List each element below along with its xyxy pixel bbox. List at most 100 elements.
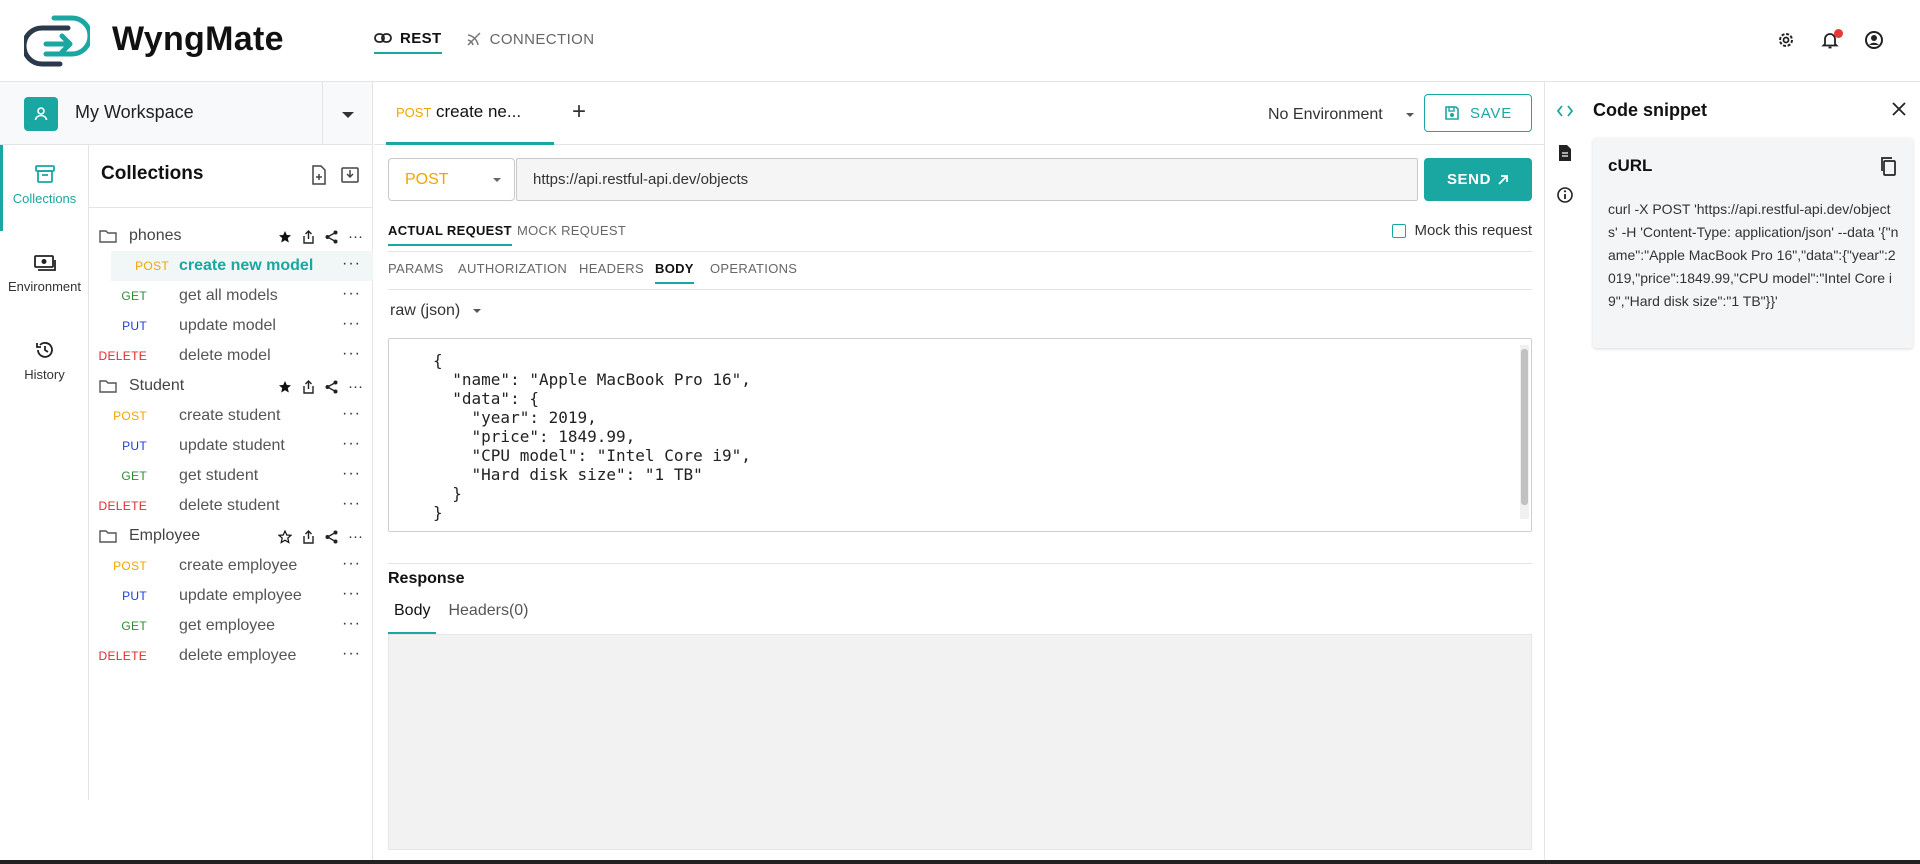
more-options-icon[interactable]: ··· [342,465,361,483]
copy-icon[interactable] [1879,156,1897,176]
more-options-icon[interactable]: ··· [342,285,361,303]
editor-scrollbar[interactable] [1521,349,1528,505]
more-options-icon[interactable]: ··· [342,555,361,573]
nav-connection[interactable]: CONNECTION [466,24,595,54]
method-select[interactable]: POST [388,158,515,201]
body-type-value: raw (json) [390,302,461,319]
tab-params[interactable]: PARAMS [388,261,444,282]
body-type-select[interactable]: raw (json) [390,302,482,320]
url-input[interactable] [516,158,1418,201]
request-name: get student [179,467,259,484]
workspace-avatar [24,97,58,131]
more-options-icon[interactable]: ··· [342,495,361,513]
body-editor[interactable]: { "name": "Apple MacBook Pro 16", "data"… [388,338,1532,532]
url-bar: POST SEND [388,158,1532,202]
send-button[interactable]: SEND [1424,158,1532,201]
link-icon [374,33,392,43]
more-options-icon[interactable]: ··· [348,528,363,545]
environment-selected: No Environment [1268,106,1383,123]
request-item[interactable]: PUT update model ··· [89,311,373,341]
response-divider [388,563,1532,564]
folder-phones[interactable]: phones ··· [89,221,373,251]
tab-authorization[interactable]: AUTHORIZATION [458,261,567,282]
rail-collections[interactable]: Collections [0,163,89,206]
code-snippet-title: Code snippet [1593,100,1708,120]
more-options-icon[interactable]: ··· [342,645,361,663]
tab-mock-request[interactable]: MOCK REQUEST [517,223,626,244]
request-item[interactable]: GET get student ··· [89,461,373,491]
top-icons [1776,29,1886,52]
more-options-icon[interactable]: ··· [342,345,361,363]
request-item-selected[interactable]: POST create new model ··· [111,251,373,281]
close-icon[interactable] [1890,100,1908,118]
save-button[interactable]: SAVE [1424,94,1532,132]
more-options-icon[interactable]: ··· [348,378,363,395]
request-item[interactable]: PUT update student ··· [89,431,373,461]
export-icon[interactable] [302,229,315,244]
request-tab-name: create ne... [436,102,522,121]
tab-response-body[interactable]: Body [388,598,437,634]
request-item[interactable]: POST create employee ··· [89,551,373,581]
more-options-icon[interactable]: ··· [348,228,363,245]
info-icon[interactable] [1556,186,1574,204]
request-item[interactable]: DELETE delete model ··· [89,341,373,371]
request-item[interactable]: GET get all models ··· [89,281,373,311]
new-file-icon[interactable] [310,165,328,185]
brand-name: WyngMate [112,20,284,58]
share-icon[interactable] [325,380,338,394]
export-icon[interactable] [302,529,315,544]
rail-environment[interactable]: Environment [0,253,89,294]
request-item[interactable]: GET get employee ··· [89,611,373,641]
import-icon[interactable] [340,165,360,185]
request-item[interactable]: PUT update employee ··· [89,581,373,611]
tab-headers[interactable]: HEADERS [579,261,644,282]
workspace-dropdown-icon[interactable] [338,106,358,122]
nav-rest[interactable]: REST [374,24,442,54]
folder-actions: ··· [278,378,363,395]
star-outline-icon[interactable] [278,529,292,544]
icon-rail: Collections Environment History [0,145,89,800]
request-item[interactable]: DELETE delete student ··· [89,491,373,521]
more-options-icon[interactable]: ··· [342,315,361,333]
notifications-bell-icon[interactable] [1820,29,1843,52]
method-badge: PUT [122,439,147,453]
folder-employee[interactable]: Employee ··· [89,521,373,551]
request-section-tabs: PARAMS AUTHORIZATION HEADERS BODY OPERAT… [388,258,1532,290]
share-icon[interactable] [325,530,338,544]
add-tab-button[interactable]: + [572,98,586,126]
tab-actual-request[interactable]: ACTUAL REQUEST [388,223,512,246]
workspace-selector[interactable]: My Workspace [0,82,373,145]
tab-response-headers[interactable]: Headers(0) [442,598,534,634]
more-options-icon[interactable]: ··· [342,615,361,633]
folder-actions: ··· [278,528,363,545]
code-brackets-icon[interactable] [1556,102,1574,120]
request-name: update student [179,437,285,454]
more-options-icon[interactable]: ··· [342,255,361,273]
more-options-icon[interactable]: ··· [342,435,361,453]
rail-history-label: History [24,367,65,382]
tab-body[interactable]: BODY [655,261,694,284]
star-filled-icon[interactable] [278,380,292,394]
response-title: Response [388,570,465,587]
more-options-icon[interactable]: ··· [342,405,361,423]
tab-operations[interactable]: OPERATIONS [710,261,797,282]
request-name: create student [179,407,281,424]
document-icon[interactable] [1556,144,1574,162]
archive-box-icon [34,165,55,183]
star-filled-icon[interactable] [278,230,292,244]
account-avatar-icon[interactable] [1864,30,1886,52]
rail-history[interactable]: History [0,339,89,382]
method-badge: GET [121,619,147,633]
environment-select[interactable]: No Environment [1268,102,1416,128]
share-icon[interactable] [325,230,338,244]
request-tab-active[interactable]: POST create ne... [386,82,554,145]
request-item[interactable]: POST create student ··· [89,401,373,431]
response-tabs: Body Headers(0) [388,598,535,634]
right-icon-rail [1545,82,1585,864]
request-item[interactable]: DELETE delete employee ··· [89,641,373,671]
folder-student[interactable]: Student ··· [89,371,373,401]
settings-gear-icon[interactable] [1776,30,1798,52]
mock-request-checkbox[interactable]: Mock this request [1392,222,1532,239]
export-icon[interactable] [302,379,315,394]
more-options-icon[interactable]: ··· [342,585,361,603]
